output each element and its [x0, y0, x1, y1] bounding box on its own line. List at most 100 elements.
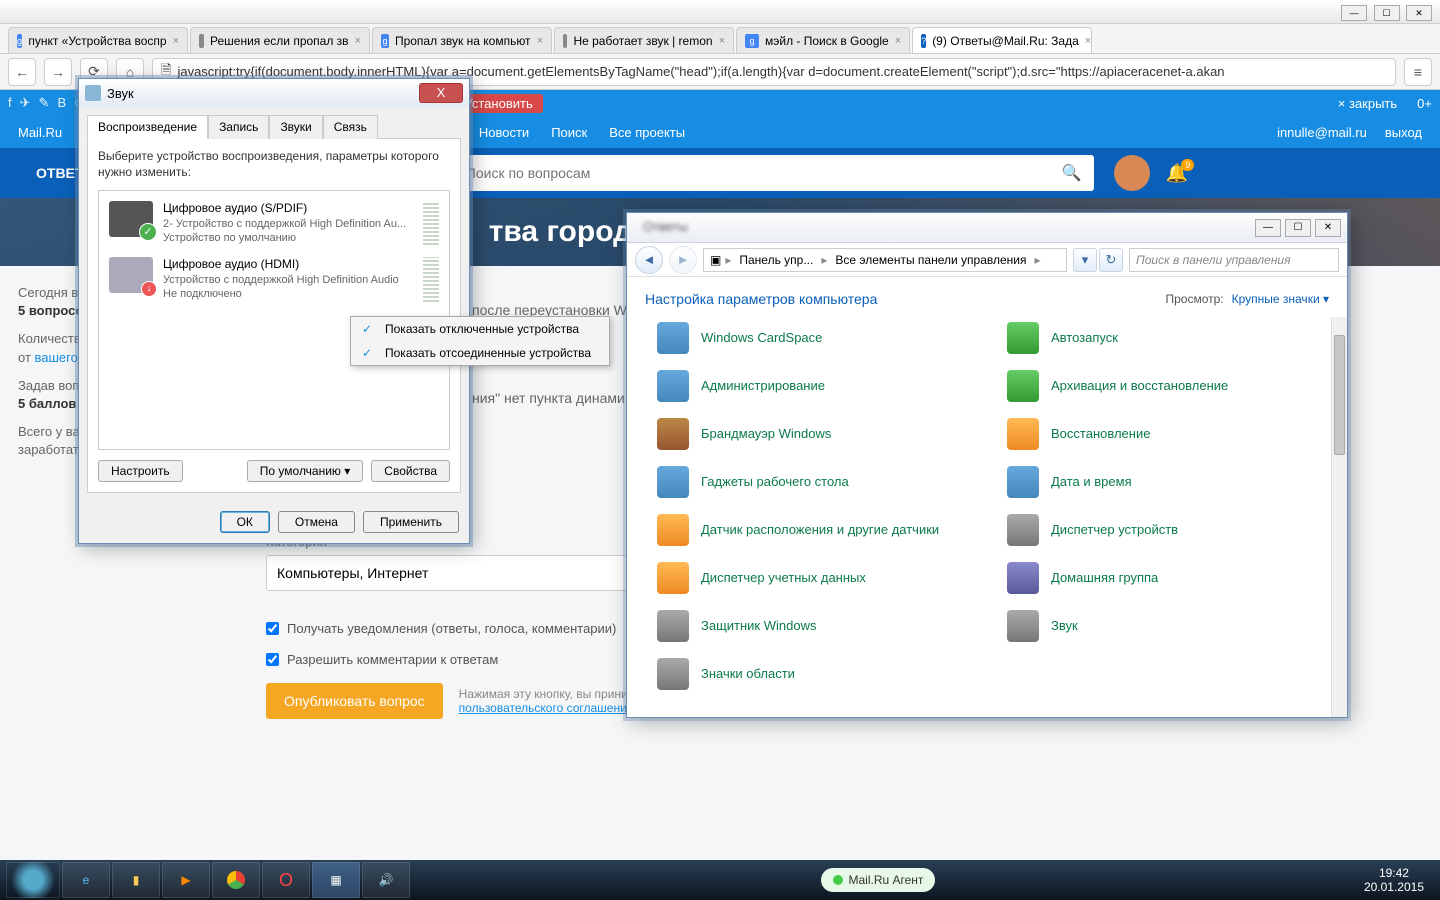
cp-item-recovery[interactable]: Восстановление — [1007, 413, 1337, 455]
cp-item-devmgr[interactable]: Диспетчер устройств — [1007, 509, 1337, 551]
properties-button[interactable]: Свойства — [371, 460, 450, 482]
crumb-segment[interactable]: Панель упр... — [735, 253, 817, 267]
cp-item-trayicons[interactable]: Значки области — [657, 653, 987, 695]
ok-button[interactable]: ОК — [220, 511, 270, 533]
tab-sounds[interactable]: Звуки — [269, 115, 322, 139]
device-hdmi[interactable]: Цифровое аудио (HDMI)Устройство с поддер… — [103, 251, 445, 307]
cancel-button[interactable]: Отмена — [278, 511, 355, 533]
tab-recording[interactable]: Запись — [208, 115, 269, 139]
os-min-button[interactable]: — — [1341, 5, 1367, 21]
top-link[interactable]: Новости — [479, 125, 529, 140]
cp-item-sound[interactable]: Звук — [1007, 605, 1337, 647]
cp-item-gadgets[interactable]: Гаджеты рабочего стола — [657, 461, 987, 503]
tab-4[interactable]: gмэйл - Поиск в Google× — [736, 27, 910, 53]
sound-hint: Выберите устройство воспроизведения, пар… — [98, 149, 450, 180]
taskbar-chrome[interactable] — [212, 862, 260, 898]
cp-forward-button[interactable]: ► — [669, 246, 697, 274]
cp-item-sensors[interactable]: Датчик расположения и другие датчики — [657, 509, 987, 551]
control-panel-window: Ответы — ☐ ✕ ◄ ► ▣▸ Панель упр...▸ Все э… — [626, 212, 1348, 718]
search-icon[interactable]: 🔍 — [1062, 163, 1082, 183]
close-icon[interactable]: × — [173, 35, 179, 47]
close-icon[interactable]: × — [719, 35, 725, 47]
sound-titlebar[interactable]: Звук X — [79, 79, 469, 107]
tab-1[interactable]: Решения если пропал зв× — [190, 27, 370, 53]
nav-forward-button[interactable]: → — [44, 58, 72, 86]
cp-item-homegroup[interactable]: Домашняя группа — [1007, 557, 1337, 599]
sound-close-button[interactable]: X — [419, 83, 463, 103]
mailru-agent-tray[interactable]: Mail.Ru Агент — [821, 868, 936, 892]
close-icon[interactable]: × — [895, 35, 901, 47]
ctx-show-disabled[interactable]: ✓Показать отключенные устройства — [351, 317, 609, 341]
tab-3[interactable]: Не работает звук | remon× — [554, 27, 734, 53]
tab-playback[interactable]: Воспроизведение — [87, 115, 208, 139]
configure-button[interactable]: Настроить — [98, 460, 183, 482]
logout-link[interactable]: выход — [1385, 125, 1422, 140]
answers-search[interactable]: 🔍 — [454, 155, 1094, 191]
taskbar-clock[interactable]: 19:4220.01.2015 — [1354, 866, 1434, 895]
cp-item-firewall[interactable]: Брандмауэр Windows — [657, 413, 987, 455]
tab-label: пункт «Устройства воспр — [28, 34, 166, 48]
top-link[interactable]: Mail.Ru — [18, 125, 62, 140]
os-max-button[interactable]: ☐ — [1374, 5, 1400, 21]
start-button[interactable] — [6, 862, 60, 898]
tab-0[interactable]: gпункт «Устройства воспр× — [8, 27, 188, 53]
terms-link[interactable]: пользовательского соглашения — [459, 701, 634, 715]
taskbar-mediaplayer[interactable]: ▶ — [162, 862, 210, 898]
cp-dropdown-button[interactable]: ▾ — [1073, 248, 1097, 272]
tray-icon — [657, 658, 689, 690]
backup-icon — [1007, 370, 1039, 402]
taskbar-sound[interactable]: 🔊 — [362, 862, 410, 898]
tab-2[interactable]: gПропал звук на компьют× — [372, 27, 552, 53]
taskbar-controlpanel[interactable]: ▦ — [312, 862, 360, 898]
cp-back-button[interactable]: ◄ — [635, 246, 663, 274]
cp-refresh-button[interactable]: ↻ — [1099, 248, 1123, 272]
taskbar-explorer[interactable]: ▮ — [112, 862, 160, 898]
answers-search-input[interactable] — [466, 165, 1062, 181]
view-label: Просмотр: — [1165, 292, 1223, 306]
status-dot-icon — [833, 875, 843, 885]
volume-icon — [85, 85, 101, 101]
default-button[interactable]: По умолчанию ▾ — [247, 460, 364, 482]
cp-breadcrumb[interactable]: ▣▸ Панель упр...▸ Все элементы панели уп… — [703, 248, 1067, 272]
taskbar-ie[interactable]: e — [62, 862, 110, 898]
cp-item-defender[interactable]: Защитник Windows — [657, 605, 987, 647]
top-link[interactable]: Все проекты — [609, 125, 685, 140]
taskbar-opera[interactable]: O — [262, 862, 310, 898]
autorun-icon — [1007, 322, 1039, 354]
view-mode-dropdown[interactable]: Крупные значки ▾ — [1232, 292, 1329, 306]
publish-button[interactable]: Опубликовать вопрос — [266, 683, 443, 719]
cp-item-admin[interactable]: Администрирование — [657, 365, 987, 407]
scrollbar-thumb[interactable] — [1334, 335, 1345, 455]
apply-button[interactable]: Применить — [363, 511, 459, 533]
ctx-show-disconnected[interactable]: ✓Показать отсоединенные устройства — [351, 341, 609, 365]
promo-social-icons: f✈✎B○ — [8, 95, 82, 111]
nav-back-button[interactable]: ← — [8, 58, 36, 86]
promo-close-button[interactable]: × закрыть — [1338, 96, 1397, 111]
close-icon[interactable]: × — [1085, 35, 1091, 47]
cp-item-datetime[interactable]: Дата и время — [1007, 461, 1337, 503]
device-spdif[interactable]: Цифровое аудио (S/PDIF)2- Устройство с п… — [103, 195, 445, 251]
close-icon[interactable]: × — [355, 35, 361, 47]
cp-item-backup[interactable]: Архивация и восстановление — [1007, 365, 1337, 407]
os-close-button[interactable]: ✕ — [1406, 5, 1432, 21]
cp-scrollbar[interactable] — [1331, 317, 1347, 717]
cp-max-button[interactable]: ☐ — [1285, 219, 1311, 237]
bell-icon[interactable]: 🔔9 — [1166, 163, 1188, 184]
avatar[interactable] — [1114, 155, 1150, 191]
cp-item-autorun[interactable]: Автозапуск — [1007, 317, 1337, 359]
tab-5-active[interactable]: ?(9) Ответы@Mail.Ru: Зада× — [912, 27, 1092, 53]
cp-item-credmgr[interactable]: Диспетчер учетных данных — [657, 557, 987, 599]
cp-close-button[interactable]: ✕ — [1315, 219, 1341, 237]
tab-comm[interactable]: Связь — [323, 115, 378, 139]
cp-search-input[interactable]: Поиск в панели управления — [1129, 248, 1339, 272]
user-email[interactable]: innulle@mail.ru — [1277, 125, 1367, 140]
cp-titlebar[interactable]: Ответы — ☐ ✕ — [627, 213, 1347, 243]
notif-badge: 9 — [1181, 159, 1194, 171]
cp-min-button[interactable]: — — [1255, 219, 1281, 237]
datetime-icon — [1007, 466, 1039, 498]
close-icon[interactable]: × — [537, 35, 543, 47]
crumb-segment[interactable]: Все элементы панели управления — [831, 253, 1030, 267]
cp-item-cardspace[interactable]: Windows CardSpace — [657, 317, 987, 359]
top-link[interactable]: Поиск — [551, 125, 587, 140]
nav-menu-button[interactable]: ≡ — [1404, 58, 1432, 86]
